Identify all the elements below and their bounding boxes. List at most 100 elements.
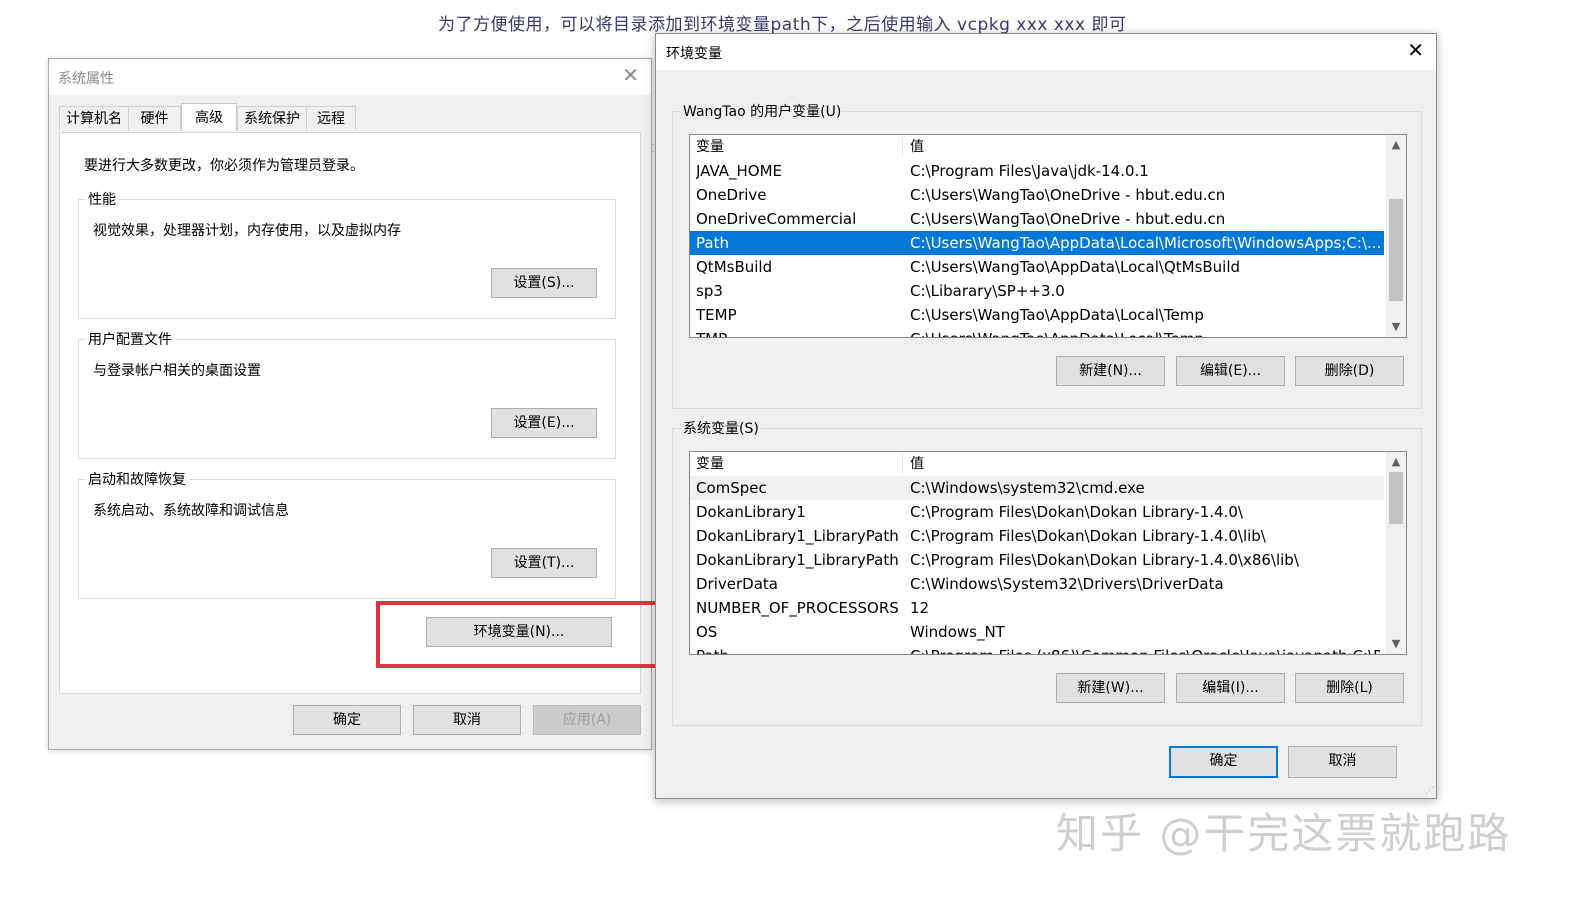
list-item[interactable]: DokanLibrary1_LibraryPath... C:\Program F… <box>690 548 1384 572</box>
list-item[interactable]: NUMBER_OF_PROCESSORS 12 <box>690 596 1384 620</box>
user-variables-section: WangTao 的用户变量(U) 变量 值 JAVA_HOME C:\Progra… <box>672 101 1422 409</box>
column-header-value[interactable]: 值 <box>910 135 1380 159</box>
tab-remote[interactable]: 远程 <box>306 106 356 130</box>
variable-name: ComSpec <box>696 479 767 497</box>
scroll-up-icon[interactable]: ▲ <box>1386 452 1406 472</box>
variable-value: C:\Program Files\Java\jdk-14.0.1 <box>910 162 1149 180</box>
list-item[interactable]: DokanLibrary1 C:\Program Files\Dokan\Doka… <box>690 500 1384 524</box>
variable-value: C:\Windows\system32\cmd.exe <box>910 479 1145 497</box>
variable-name: TMP <box>696 327 900 337</box>
scroll-thumb[interactable] <box>1389 199 1403 301</box>
group-description: 视觉效果，处理器计划，内存使用，以及虚拟内存 <box>93 223 401 239</box>
watermark: 知乎 @干完这票就跑路 <box>1056 809 1512 858</box>
variable-name: Path <box>696 234 729 252</box>
system-variables-section: 系统变量(S) 变量 值 ComSpec C:\Windows\system32\… <box>672 418 1422 726</box>
dialog-title: 系统属性 <box>58 71 114 87</box>
list-item[interactable]: TEMP C:\Users\WangTao\AppData\Local\Temp <box>690 303 1384 327</box>
scroll-down-icon[interactable]: ▼ <box>1386 317 1406 337</box>
variable-name: sp3 <box>696 282 723 300</box>
list-item[interactable]: OS Windows_NT <box>690 620 1384 644</box>
variable-name: QtMsBuild <box>696 258 773 276</box>
system-new-button[interactable]: 新建(W)... <box>1056 673 1165 703</box>
list-header: 变量 值 <box>690 452 1384 476</box>
variable-name: DokanLibrary1 <box>696 503 806 521</box>
apply-button[interactable]: 应用(A) <box>533 705 641 735</box>
variable-value: C:\Users\WangTao\AppData\Local\Microsoft… <box>910 234 1380 252</box>
variable-name: DokanLibrary1_LibraryPath... <box>696 527 900 545</box>
list-item-selected[interactable]: Path C:\Users\WangTao\AppData\Local\Micro… <box>690 231 1384 255</box>
variable-value: 12 <box>910 599 930 617</box>
variable-name: DriverData <box>696 575 778 593</box>
environment-variables-dialog: 环境变量 ✕ WangTao 的用户变量(U) 变量 值 JAVA_HOME C:… <box>655 33 1437 799</box>
vertical-scrollbar[interactable]: ▲ ▼ <box>1386 452 1406 654</box>
performance-settings-button[interactable]: 设置(S)... <box>491 268 597 298</box>
user-profiles-group: 用户配置文件 与登录帐户相关的桌面设置 设置(E)... <box>78 329 616 459</box>
system-delete-button[interactable]: 删除(L) <box>1295 673 1404 703</box>
list-item[interactable]: DokanLibrary1_LibraryPath... C:\Program F… <box>690 524 1384 548</box>
user-variables-list[interactable]: 变量 值 JAVA_HOME C:\Program Files\Java\jdk-… <box>689 134 1407 338</box>
column-divider[interactable] <box>902 137 903 157</box>
variable-name: NUMBER_OF_PROCESSORS <box>696 599 899 617</box>
title-bar[interactable]: 环境变量 ✕ <box>656 34 1436 70</box>
variable-value: Windows_NT <box>910 623 1005 641</box>
user-variables-label: WangTao 的用户变量(U) <box>681 101 844 121</box>
group-title: 性能 <box>85 189 119 209</box>
variable-name: TEMP <box>696 306 737 324</box>
scroll-up-icon[interactable]: ▲ <box>1386 135 1406 155</box>
list-item[interactable]: sp3 C:\Libarary\SP++3.0 <box>690 279 1384 303</box>
variable-name: OneDrive <box>696 186 767 204</box>
title-bar[interactable]: 系统属性 ✕ <box>49 59 651 95</box>
list-item[interactable]: OneDriveCommercial C:\Users\WangTao\OneDr… <box>690 207 1384 231</box>
resize-grip-icon[interactable]: ⋰ <box>1425 786 1434 796</box>
list-item[interactable]: QtMsBuild C:\Users\WangTao\AppData\Local\… <box>690 255 1384 279</box>
tab-advanced[interactable]: 高级 <box>181 103 237 131</box>
user-profiles-settings-button[interactable]: 设置(E)... <box>491 408 597 438</box>
startup-recovery-settings-button[interactable]: 设置(T)... <box>491 548 597 578</box>
list-item[interactable]: OneDrive C:\Users\WangTao\OneDrive - hbut… <box>690 183 1384 207</box>
performance-group: 性能 视觉效果，处理器计划，内存使用，以及虚拟内存 设置(S)... <box>78 189 616 319</box>
variable-value: C:\Windows\System32\Drivers\DriverData <box>910 575 1224 593</box>
list-item[interactable]: JAVA_HOME C:\Program Files\Java\jdk-14.0.… <box>690 159 1384 183</box>
admin-note: 要进行大多数更改，你必须作为管理员登录。 <box>84 158 364 174</box>
variable-value: C:\Program Files\Dokan\Dokan Library-1.4… <box>910 503 1243 521</box>
ok-button[interactable]: 确定 <box>1169 746 1278 778</box>
variable-value: C:\Users\WangTao\OneDrive - hbut.edu.cn <box>910 186 1226 204</box>
highlight-annotation-box <box>376 601 662 668</box>
close-icon[interactable]: ✕ <box>1407 40 1424 60</box>
tab-computer-name[interactable]: 计算机名 <box>59 106 129 130</box>
variable-name: DokanLibrary1_LibraryPath... <box>696 551 900 569</box>
user-new-button[interactable]: 新建(N)... <box>1056 356 1165 386</box>
system-variables-list[interactable]: 变量 值 ComSpec C:\Windows\system32\cmd.exe … <box>689 451 1407 655</box>
tab-hardware[interactable]: 硬件 <box>128 106 181 130</box>
variable-name: Path <box>696 644 900 654</box>
list-item[interactable]: DriverData C:\Windows\System32\Drivers\Dr… <box>690 572 1384 596</box>
system-edit-button[interactable]: 编辑(I)... <box>1176 673 1285 703</box>
variable-name: JAVA_HOME <box>696 162 783 180</box>
variable-value: C:\Program Files (x86)\Common Files\Orac… <box>910 644 1380 654</box>
list-item[interactable]: ComSpec C:\Windows\system32\cmd.exe <box>690 476 1384 500</box>
group-description: 系统启动、系统故障和调试信息 <box>93 503 289 519</box>
vertical-scrollbar[interactable]: ▲ ▼ <box>1386 135 1406 337</box>
variable-value: C:\Program Files\Dokan\Dokan Library-1.4… <box>910 527 1266 545</box>
close-icon[interactable]: ✕ <box>622 65 639 85</box>
list-header: 变量 值 <box>690 135 1384 159</box>
list-item[interactable]: Path C:\Program Files (x86)\Common Files\… <box>690 644 1384 654</box>
group-title: 用户配置文件 <box>85 329 175 349</box>
cancel-button[interactable]: 取消 <box>413 705 521 735</box>
scroll-down-icon[interactable]: ▼ <box>1386 634 1406 654</box>
dialog-title: 环境变量 <box>666 46 722 62</box>
ok-button[interactable]: 确定 <box>293 705 401 735</box>
column-header-value[interactable]: 值 <box>910 452 1380 476</box>
column-divider[interactable] <box>902 454 903 474</box>
column-header-variable[interactable]: 变量 <box>696 135 900 159</box>
scroll-thumb[interactable] <box>1389 472 1403 524</box>
group-description: 与登录帐户相关的桌面设置 <box>93 363 261 379</box>
cancel-button[interactable]: 取消 <box>1288 746 1397 778</box>
variable-value: C:\Users\WangTao\AppData\Local\Temp <box>910 306 1204 324</box>
variable-name: OneDriveCommercial <box>696 210 857 228</box>
column-header-variable[interactable]: 变量 <box>696 452 900 476</box>
tab-system-protection[interactable]: 系统保护 <box>237 106 307 130</box>
user-delete-button[interactable]: 删除(D) <box>1295 356 1404 386</box>
list-item[interactable]: TMP C:\Users\WangTao\AppData\Local\Temp <box>690 327 1384 337</box>
user-edit-button[interactable]: 编辑(E)... <box>1176 356 1285 386</box>
